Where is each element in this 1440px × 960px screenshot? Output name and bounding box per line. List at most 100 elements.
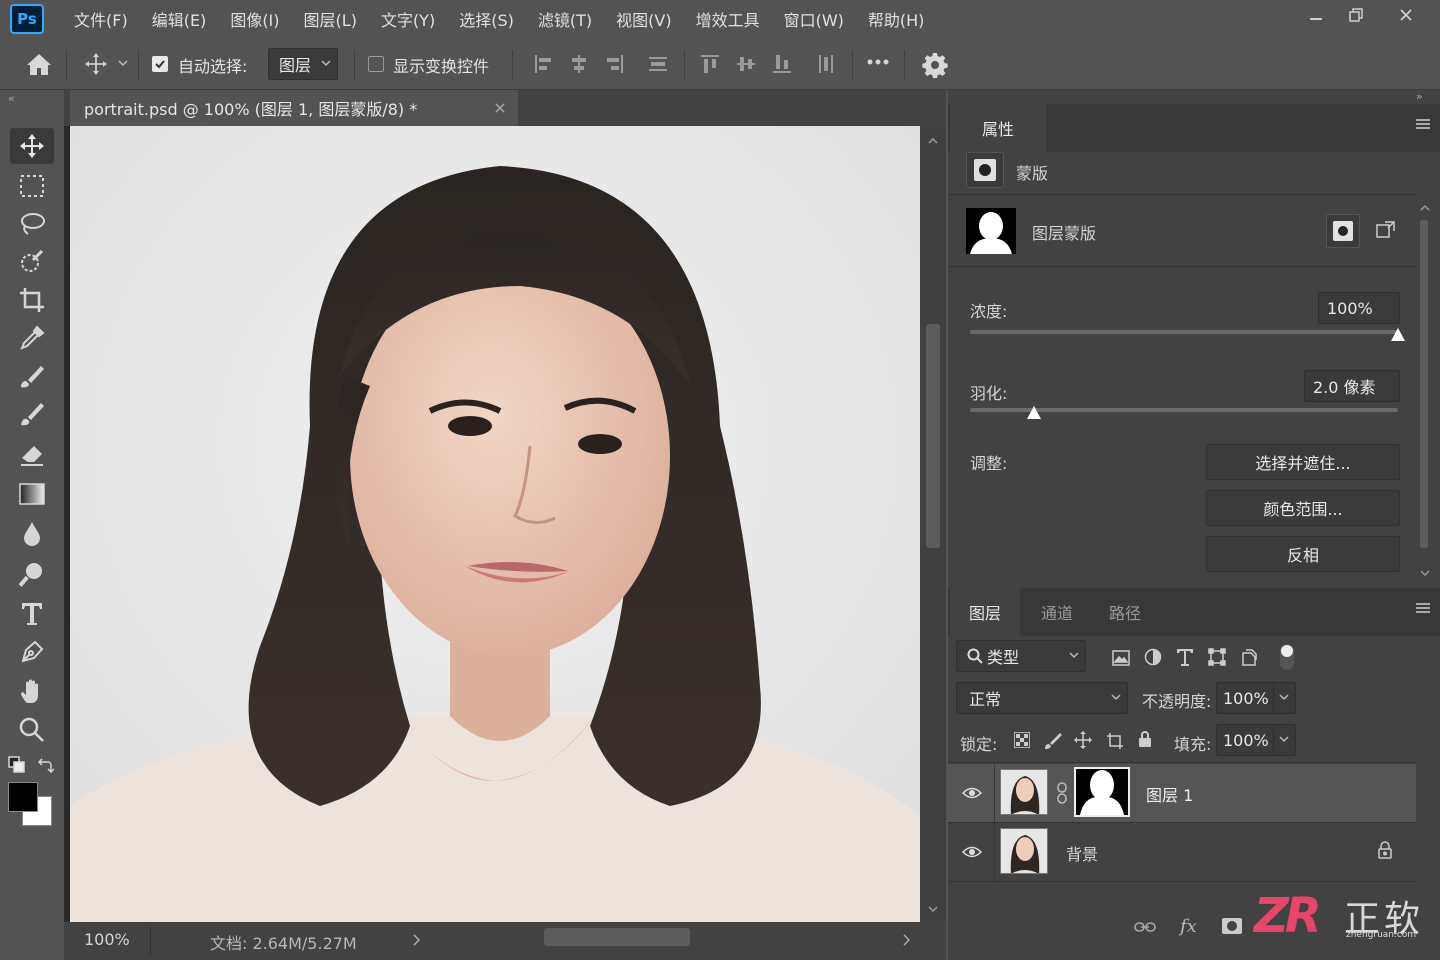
menu-view[interactable]: 视图(V) xyxy=(616,7,671,31)
healing-brush-tool-icon[interactable] xyxy=(10,358,54,394)
density-slider[interactable] xyxy=(970,330,1398,334)
scroll-thumb[interactable] xyxy=(926,324,940,548)
filter-pixel-icon[interactable] xyxy=(1112,650,1130,666)
chevron-right-icon[interactable] xyxy=(412,934,420,946)
filter-type-icon[interactable] xyxy=(1176,648,1194,666)
layer-row-background[interactable]: 背景 xyxy=(948,823,1416,881)
marquee-tool-icon[interactable] xyxy=(10,168,54,204)
lock-artboard-icon[interactable] xyxy=(1106,732,1124,750)
select-and-mask-button[interactable]: 选择并遮住... xyxy=(1206,444,1400,480)
tab-paths[interactable]: 路径 xyxy=(1092,588,1158,636)
close-tab-icon[interactable] xyxy=(494,102,506,114)
density-slider-thumb[interactable] xyxy=(1390,328,1406,342)
chevron-down-icon[interactable] xyxy=(118,60,128,68)
filter-smart-object-icon[interactable] xyxy=(1240,648,1258,666)
vertical-scrollbar[interactable] xyxy=(920,126,946,926)
collapse-left-icon[interactable]: « xyxy=(8,92,15,105)
fill-input[interactable]: 100% xyxy=(1216,724,1296,756)
distribute-icon[interactable] xyxy=(648,54,668,74)
tab-channels[interactable]: 通道 xyxy=(1022,588,1092,636)
foreground-color-swatch[interactable] xyxy=(8,782,38,812)
link-icon[interactable] xyxy=(1056,782,1068,804)
scroll-right-icon[interactable] xyxy=(902,934,910,946)
align-center-h-icon[interactable] xyxy=(569,54,589,74)
auto-select-dropdown[interactable]: 图层 xyxy=(268,48,338,80)
menu-plugins[interactable]: 增效工具 xyxy=(696,7,760,31)
close-icon[interactable] xyxy=(1382,0,1430,30)
layer-filter-dropdown[interactable]: 类型 xyxy=(956,640,1086,672)
distribute-v-icon[interactable] xyxy=(816,54,836,74)
density-input[interactable]: 100% xyxy=(1318,292,1400,324)
zoom-tool-icon[interactable] xyxy=(10,712,54,748)
align-middle-v-icon[interactable] xyxy=(736,54,756,74)
auto-select-checkbox[interactable] xyxy=(152,56,168,72)
lasso-tool-icon[interactable] xyxy=(10,206,54,242)
add-mask-icon[interactable] xyxy=(1222,918,1242,934)
lock-all-icon[interactable] xyxy=(1138,730,1152,748)
filter-shape-icon[interactable] xyxy=(1208,648,1226,666)
fx-icon[interactable]: fx xyxy=(1180,916,1197,937)
canvas-area[interactable] xyxy=(64,126,946,926)
menu-filter[interactable]: 滤镜(T) xyxy=(538,7,592,31)
menu-edit[interactable]: 编辑(E) xyxy=(152,7,207,31)
opacity-input[interactable]: 100% xyxy=(1216,682,1296,714)
tab-properties[interactable]: 属性 xyxy=(950,104,1046,152)
portrait-image[interactable] xyxy=(70,126,920,922)
gradient-tool-icon[interactable] xyxy=(10,476,54,512)
tab-layers[interactable]: 图层 xyxy=(950,588,1020,636)
menu-select[interactable]: 选择(S) xyxy=(459,7,514,31)
home-icon[interactable] xyxy=(26,52,52,76)
eye-icon[interactable] xyxy=(962,845,982,859)
menu-layer[interactable]: 图层(L) xyxy=(304,7,357,31)
show-transform-checkbox[interactable] xyxy=(368,56,384,72)
vector-mask-icon[interactable] xyxy=(1374,220,1396,242)
align-left-icon[interactable] xyxy=(534,54,554,74)
properties-scrollbar[interactable] xyxy=(1418,202,1432,584)
layer-mask-thumbnail[interactable] xyxy=(1074,767,1130,817)
pixel-mask-icon[interactable] xyxy=(1326,214,1360,248)
hand-tool-icon[interactable] xyxy=(10,674,54,710)
feather-input[interactable]: 2.0 像素 xyxy=(1304,370,1400,402)
menu-file[interactable]: 文件(F) xyxy=(74,7,128,31)
lock-transparent-icon[interactable] xyxy=(1014,732,1030,748)
feather-slider-thumb[interactable] xyxy=(1026,406,1042,420)
move-tool-icon[interactable] xyxy=(10,128,54,164)
menu-help[interactable]: 帮助(H) xyxy=(868,7,925,31)
align-top-icon[interactable] xyxy=(700,54,720,74)
restore-icon[interactable] xyxy=(1332,0,1380,30)
panel-menu-icon[interactable] xyxy=(1416,602,1430,614)
eraser-tool-icon[interactable] xyxy=(10,436,54,472)
menu-image[interactable]: 图像(I) xyxy=(230,7,279,31)
eye-icon[interactable] xyxy=(962,786,982,800)
layer-row-layer1[interactable]: 图层 1 xyxy=(948,764,1416,822)
layer-name[interactable]: 图层 1 xyxy=(1146,782,1193,806)
menu-window[interactable]: 窗口(W) xyxy=(784,7,844,31)
default-colors-icon[interactable] xyxy=(8,756,26,774)
eyedropper-tool-icon[interactable] xyxy=(10,320,54,356)
align-right-icon[interactable] xyxy=(604,54,624,74)
collapse-right-icon[interactable]: » xyxy=(1416,90,1423,103)
blend-mode-dropdown[interactable]: 正常 xyxy=(956,682,1128,714)
menu-type[interactable]: 文字(Y) xyxy=(381,7,435,31)
blur-tool-icon[interactable] xyxy=(10,516,54,552)
filter-toggle[interactable] xyxy=(1280,644,1294,670)
swap-colors-icon[interactable] xyxy=(36,756,54,774)
move-tool-icon[interactable] xyxy=(84,52,108,76)
horizontal-scroll-thumb[interactable] xyxy=(544,928,690,946)
invert-button[interactable]: 反相 xyxy=(1206,536,1400,572)
brush-tool-icon[interactable] xyxy=(10,396,54,432)
align-bottom-icon[interactable] xyxy=(772,54,792,74)
document-tab[interactable]: portrait.psd @ 100% (图层 1, 图层蒙版/8) * xyxy=(70,90,518,126)
more-options-icon[interactable] xyxy=(866,58,890,66)
panel-menu-icon[interactable] xyxy=(1416,118,1430,130)
crop-tool-icon[interactable] xyxy=(10,282,54,318)
zoom-level[interactable]: 100% xyxy=(84,930,130,949)
dodge-tool-icon[interactable] xyxy=(10,556,54,592)
pen-tool-icon[interactable] xyxy=(10,634,54,670)
gear-icon[interactable] xyxy=(922,52,948,78)
color-range-button[interactable]: 颜色范围... xyxy=(1206,490,1400,526)
lock-position-icon[interactable] xyxy=(1074,731,1092,749)
filter-adjustment-icon[interactable] xyxy=(1144,648,1162,666)
lock-image-icon[interactable] xyxy=(1044,732,1062,750)
quick-select-tool-icon[interactable] xyxy=(10,244,54,280)
